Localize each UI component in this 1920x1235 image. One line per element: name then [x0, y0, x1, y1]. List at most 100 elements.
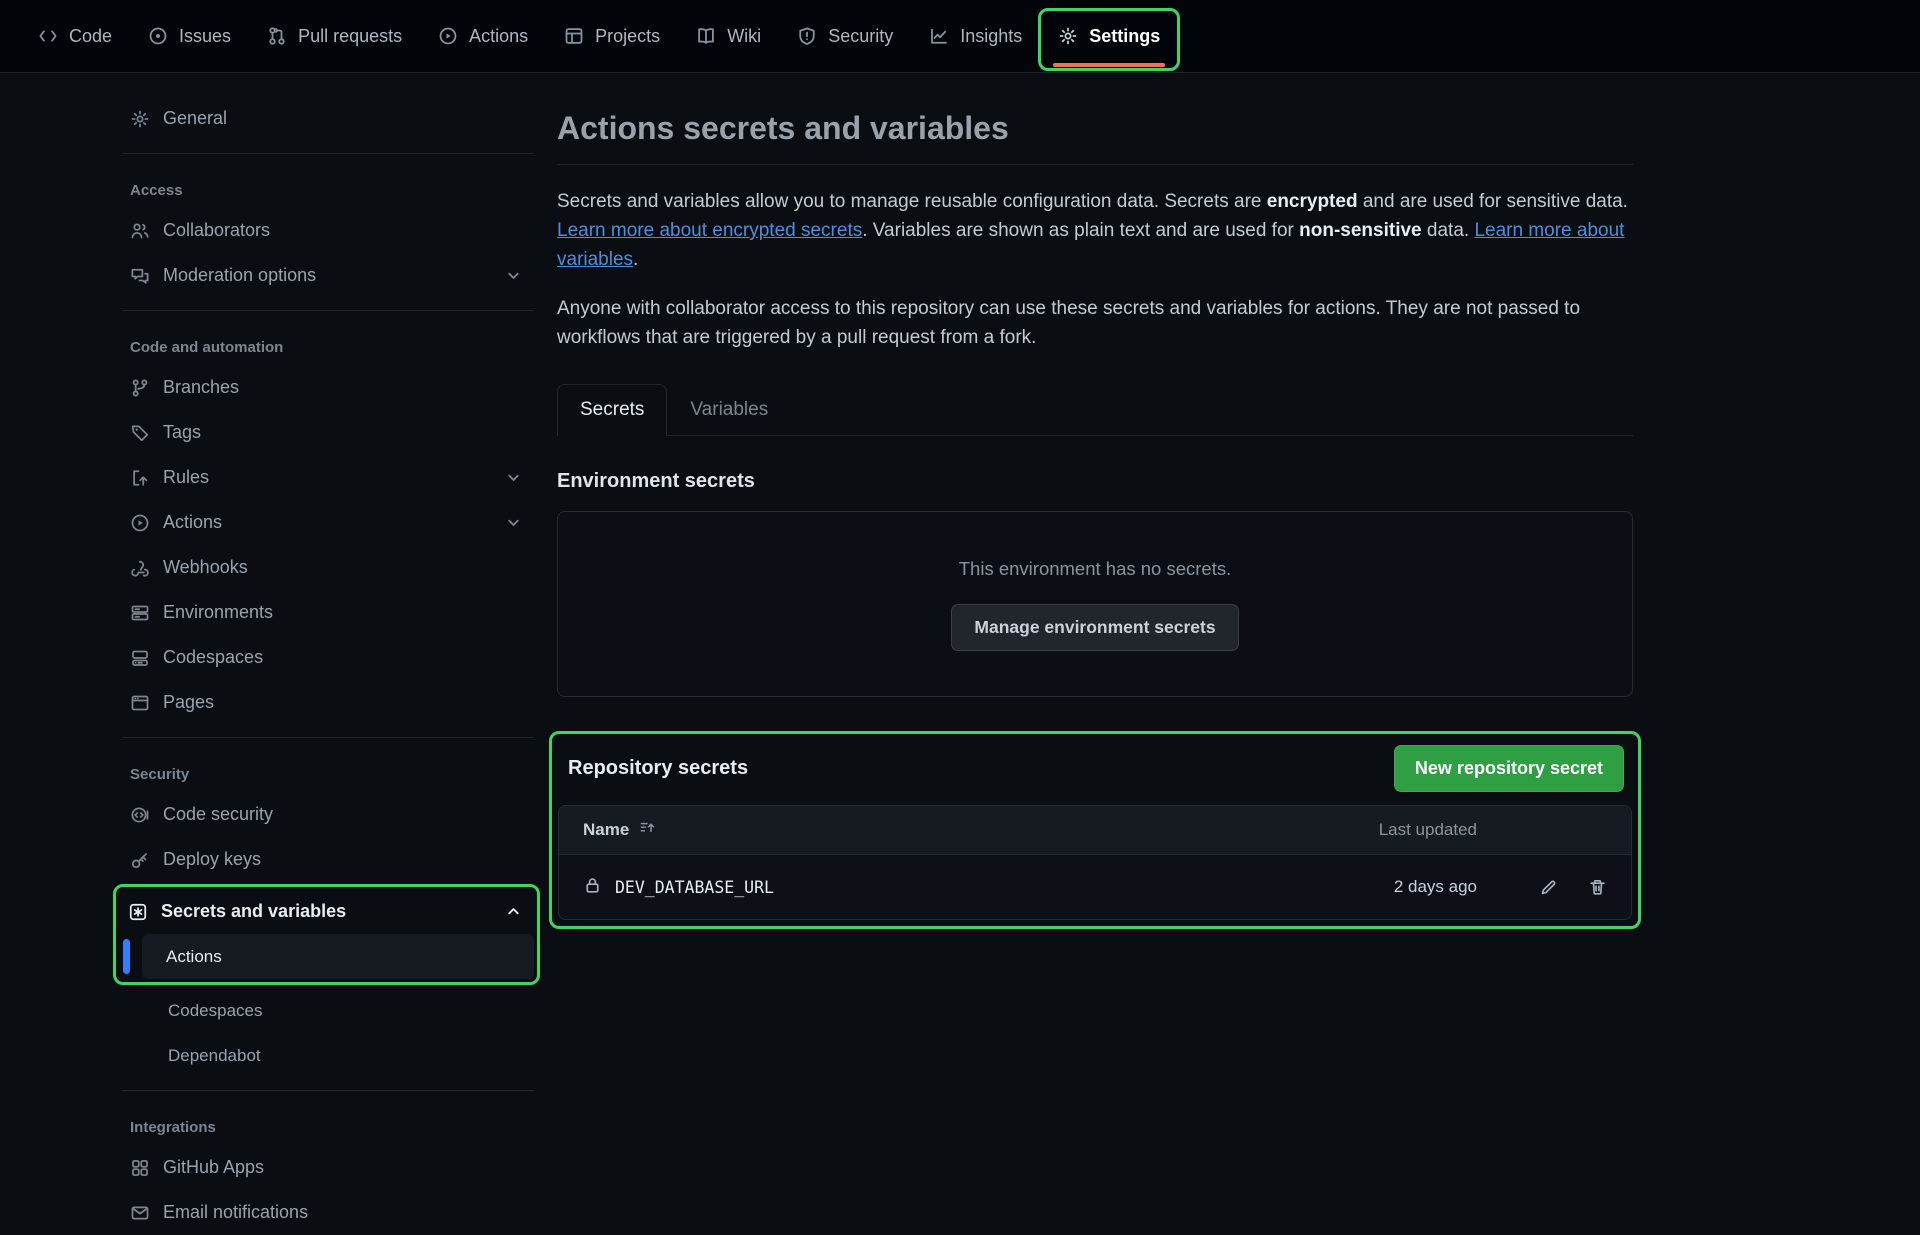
chevron-down-icon: [505, 469, 522, 486]
emphasis-text: encrypted: [1267, 191, 1358, 212]
sidebar-item-label: GitHub Apps: [163, 1157, 264, 1178]
nav-tab-label: Pull requests: [298, 26, 402, 47]
nav-tab-insights[interactable]: Insights: [914, 0, 1037, 72]
learn-more-link[interactable]: Learn more about encrypted secrets: [557, 220, 862, 241]
comment-discussion-icon: [130, 266, 150, 286]
sidebar-item-environments[interactable]: Environments: [122, 590, 534, 635]
sidebar-subitem-dependabot[interactable]: Dependabot: [144, 1033, 534, 1078]
intro-text: . Variables are shown as plain text and …: [862, 220, 1299, 241]
nav-tab-security[interactable]: Security: [782, 0, 908, 72]
sidebar-divider: [122, 310, 534, 311]
sidebar-item-collaborators[interactable]: Collaborators: [122, 208, 534, 253]
secret-asterisk-icon: [128, 902, 148, 922]
webhook-icon: [130, 558, 150, 578]
sidebar-item-label: Webhooks: [163, 557, 248, 578]
nav-tab-label: Actions: [469, 26, 528, 47]
book-icon: [696, 26, 716, 46]
sidebar-item-label: Code security: [163, 804, 273, 825]
emphasis-text: non-sensitive: [1299, 220, 1421, 241]
sidebar-item-label: Branches: [163, 377, 239, 398]
column-header-last-updated: Last updated: [1317, 820, 1477, 840]
sidebar-section-header-security: Security: [122, 748, 534, 792]
repository-secrets-header: Repository secrets New repository secret: [558, 738, 1632, 805]
environment-secrets-box: This environment has no secrets. Manage …: [557, 511, 1633, 697]
nav-tab-wiki[interactable]: Wiki: [681, 0, 776, 72]
sidebar-item-tags[interactable]: Tags: [122, 410, 534, 455]
apps-grid-icon: [130, 1158, 150, 1178]
sidebar-item-code-security[interactable]: Code security: [122, 792, 534, 837]
lock-icon: [583, 876, 602, 899]
tab-secrets[interactable]: Secrets: [557, 384, 667, 436]
sidebar-item-moderation-options[interactable]: Moderation options: [122, 253, 534, 298]
sidebar-item-branches[interactable]: Branches: [122, 365, 534, 410]
nav-tab-projects[interactable]: Projects: [549, 0, 675, 72]
sidebar-item-actions[interactable]: Actions: [122, 500, 534, 545]
environment-empty-message: This environment has no secrets.: [959, 558, 1232, 580]
sidebar-item-webhooks[interactable]: Webhooks: [122, 545, 534, 590]
new-repository-secret-button[interactable]: New repository secret: [1394, 745, 1624, 792]
sidebar-item-email-notifications[interactable]: Email notifications: [122, 1190, 534, 1235]
sidebar-section-header-access: Access: [122, 164, 534, 208]
edit-secret-button[interactable]: [1539, 878, 1558, 897]
sidebar-item-rules[interactable]: Rules: [122, 455, 534, 500]
column-header-name[interactable]: Name: [583, 819, 1317, 841]
mail-icon: [130, 1203, 150, 1223]
nav-tab-actions[interactable]: Actions: [423, 0, 543, 72]
play-circle-icon: [438, 26, 458, 46]
sidebar-item-general[interactable]: General: [122, 96, 534, 141]
nav-tab-code[interactable]: Code: [23, 0, 127, 72]
code-icon: [38, 26, 58, 46]
repository-secrets-table: Name Last updated DEV_DATABASE_URL2 days…: [558, 805, 1632, 920]
sidebar-item-label: Moderation options: [163, 265, 316, 286]
sidebar-subitem-label: Actions: [166, 947, 222, 967]
sidebar-subitem-label: Codespaces: [168, 1001, 263, 1021]
nav-tab-settings[interactable]: Settings: [1043, 0, 1175, 72]
sidebar-item-codespaces[interactable]: Codespaces: [122, 635, 534, 680]
nav-tab-label: Issues: [179, 26, 231, 47]
codespaces-icon: [130, 648, 150, 668]
sidebar-divider: [122, 737, 534, 738]
name-column-label: Name: [583, 820, 629, 840]
sidebar-item-label: Environments: [163, 602, 273, 623]
intro-text: .: [633, 249, 638, 270]
chevron-down-icon: [505, 514, 522, 531]
sidebar-subitem-codespaces[interactable]: Codespaces: [144, 988, 534, 1033]
shield-icon: [797, 26, 817, 46]
sidebar-divider: [122, 153, 534, 154]
sidebar-item-label: Secrets and variables: [161, 901, 346, 922]
rules-icon: [130, 468, 150, 488]
nav-tab-label: Insights: [960, 26, 1022, 47]
sidebar-item-deploy-keys[interactable]: Deploy keys: [122, 837, 534, 882]
sidebar-item-label: Codespaces: [163, 647, 263, 668]
secrets-variables-tabs: SecretsVariables: [557, 384, 1633, 436]
sidebar-item-label: Tags: [163, 422, 201, 443]
sidebar-item-github-apps[interactable]: GitHub Apps: [122, 1145, 534, 1190]
nav-tab-label: Security: [828, 26, 893, 47]
intro-paragraph: Secrets and variables allow you to manag…: [557, 187, 1633, 274]
manage-environment-secrets-button[interactable]: Manage environment secrets: [951, 604, 1238, 651]
sidebar-item-label: Actions: [163, 512, 222, 533]
sidebar-item-label: Email notifications: [163, 1202, 308, 1223]
gear-icon: [130, 109, 150, 129]
secret-name: DEV_DATABASE_URL: [615, 878, 774, 897]
browser-icon: [130, 693, 150, 713]
repo-tab-bar: Code Issues Pull requests Actions ProjectsWi…: [0, 0, 1920, 73]
key-icon: [130, 850, 150, 870]
projects-table-icon: [564, 26, 584, 46]
code-scan-icon: [130, 805, 150, 825]
sidebar-subitem-actions[interactable]: Actions: [142, 934, 534, 979]
play-circle-icon: [130, 513, 150, 533]
sidebar-item-secrets-and-variables[interactable]: Secrets and variables: [120, 889, 534, 934]
secret-name-cell: DEV_DATABASE_URL: [583, 876, 1317, 899]
delete-secret-button[interactable]: [1588, 878, 1607, 897]
nav-tab-issues[interactable]: Issues: [133, 0, 246, 72]
nav-tab-pull-requests[interactable]: Pull requests: [252, 0, 417, 72]
sidebar-item-pages[interactable]: Pages: [122, 680, 534, 725]
chevron-up-icon: [505, 903, 522, 920]
sidebar-annotation-box: Secrets and variables Actions: [113, 884, 540, 985]
tab-variables[interactable]: Variables: [667, 384, 791, 435]
repository-secrets-annotation-box: Repository secrets New repository secret…: [549, 731, 1641, 929]
nav-tab-label: Code: [69, 26, 112, 47]
nav-tab-label: Settings: [1089, 26, 1160, 47]
sidebar-item-label: Rules: [163, 467, 209, 488]
